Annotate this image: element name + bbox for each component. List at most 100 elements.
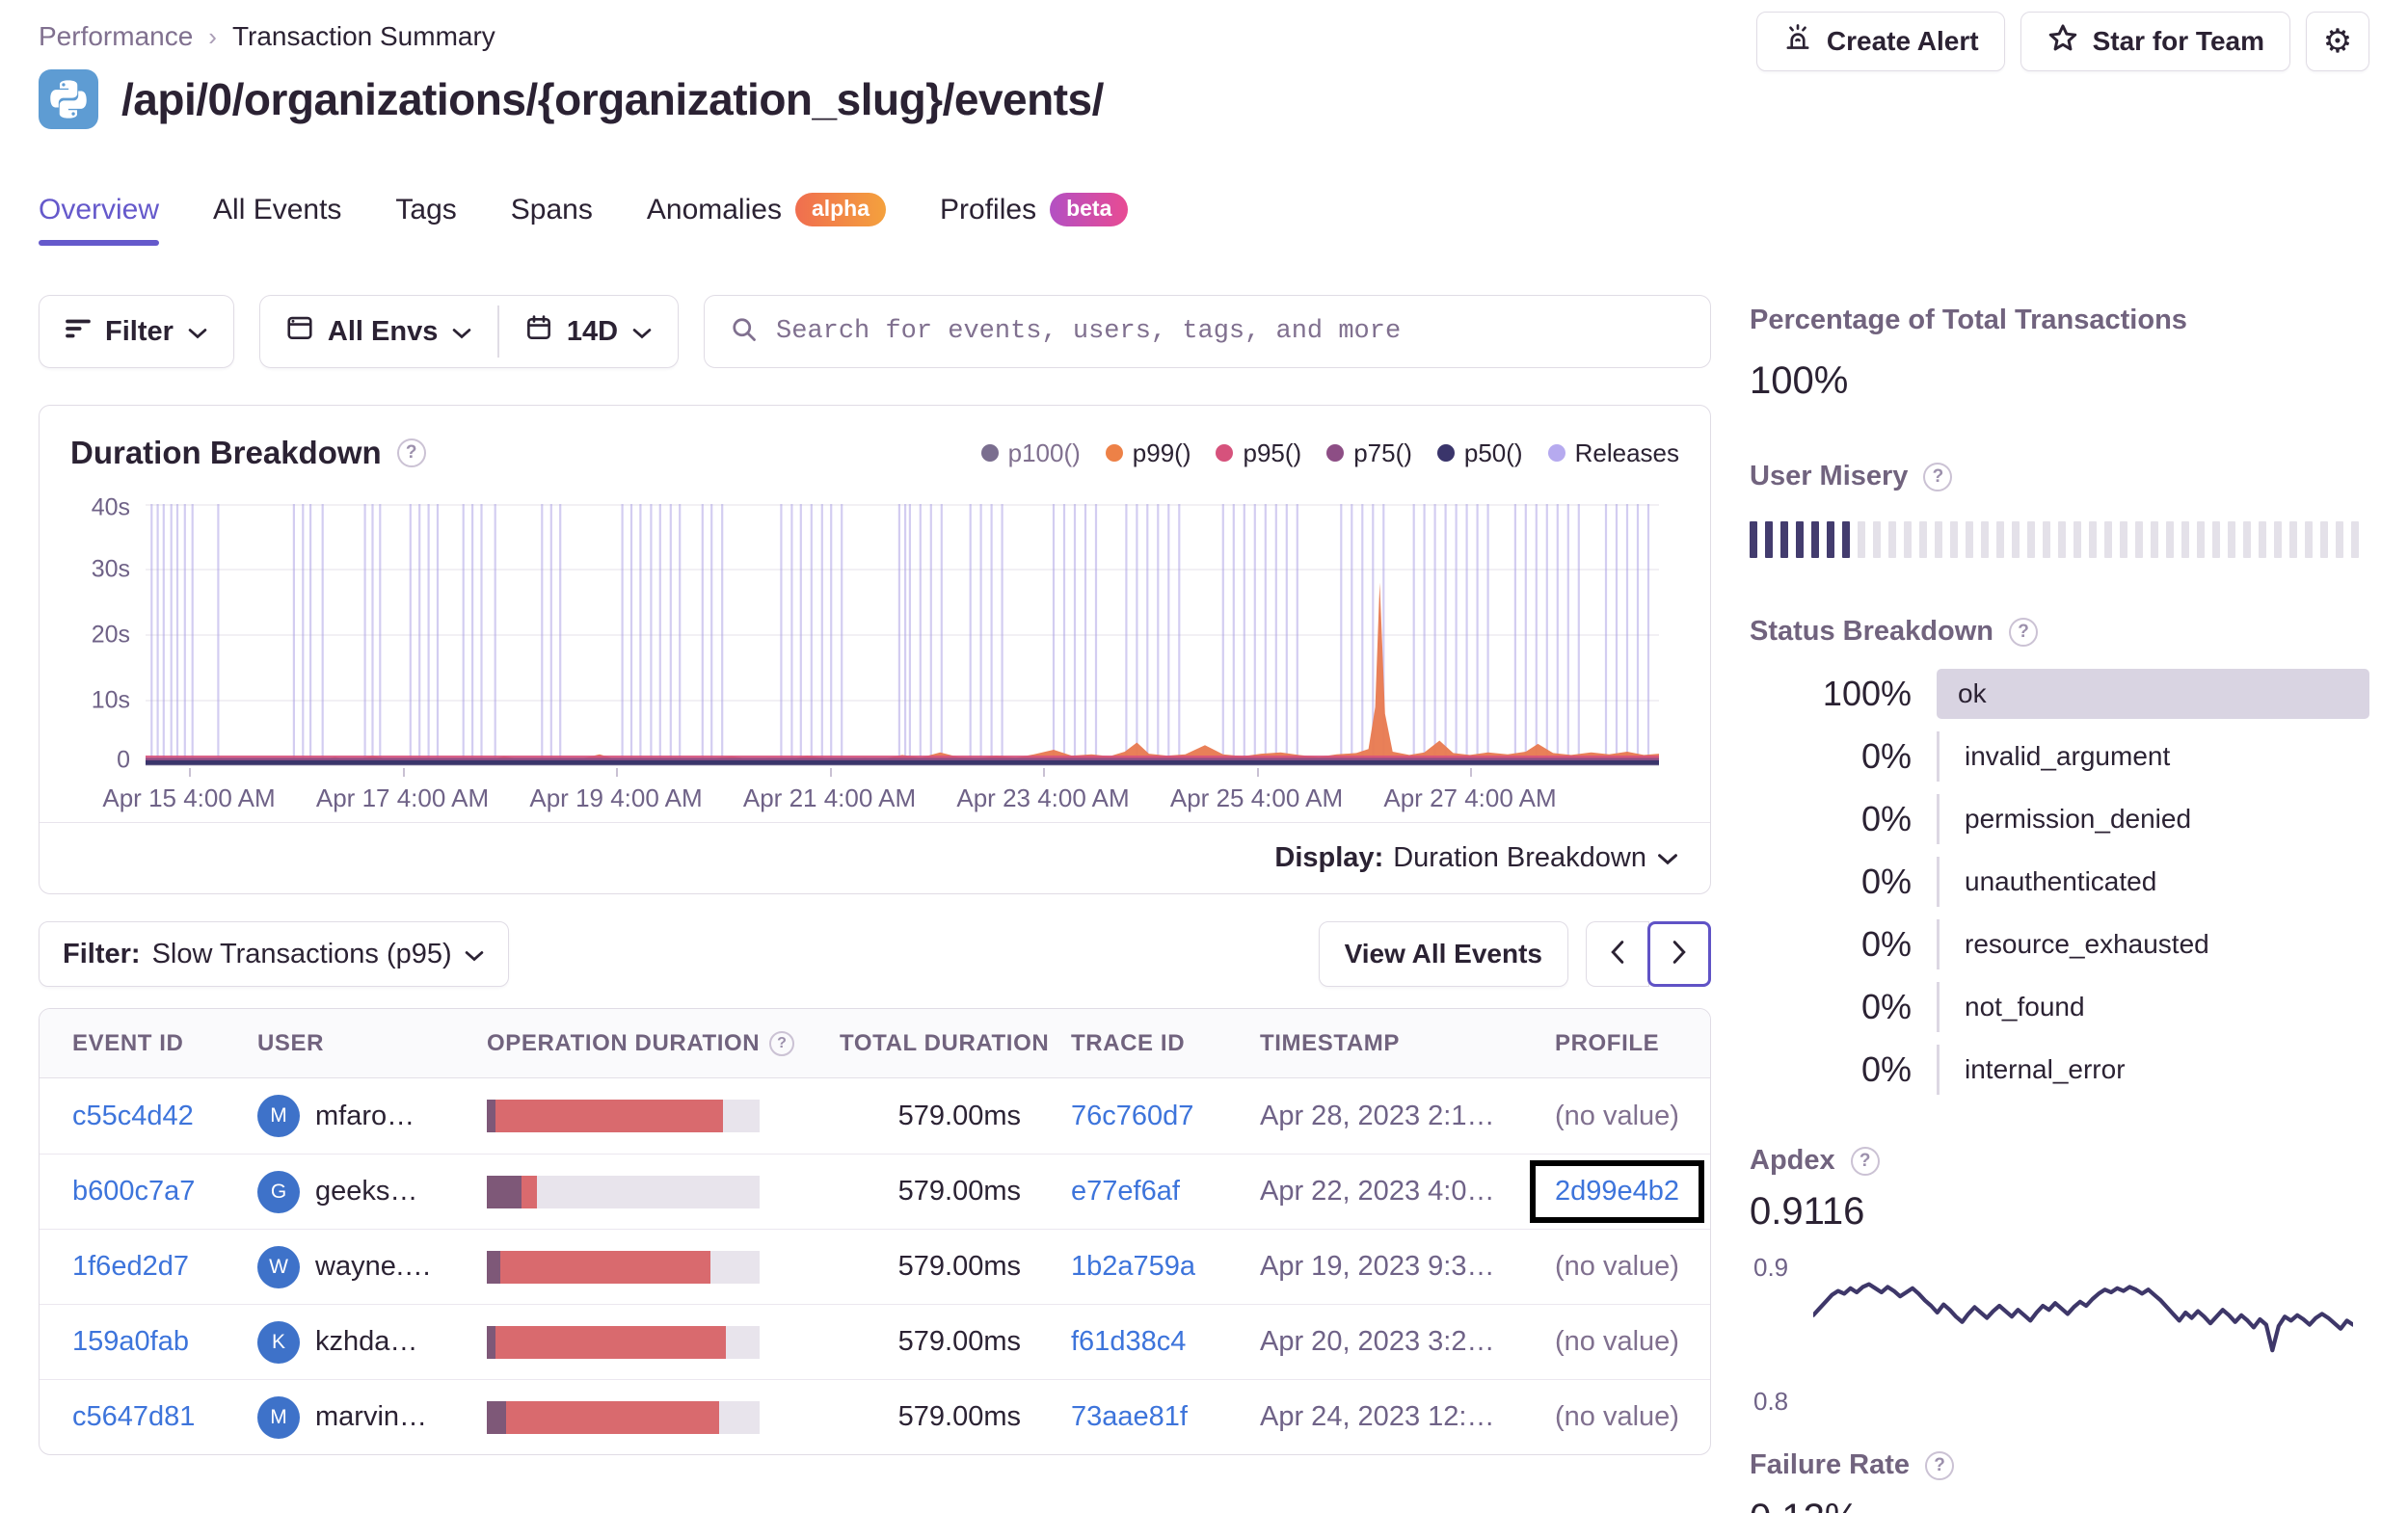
display-dropdown[interactable]: Display: Duration Breakdown [40,822,1710,893]
legend-item-p75[interactable]: p75() [1326,438,1412,468]
legend-item-p99[interactable]: p99() [1105,438,1191,468]
create-alert-button[interactable]: Create Alert [1755,12,2005,71]
user-misery-heading: User Misery ? [1750,461,2369,492]
status-breakdown-heading: Status Breakdown ? [1750,616,2369,648]
transactions-filter-dropdown[interactable]: Filter: Slow Transactions (p95) [39,921,509,987]
misery-segment [1796,521,1804,558]
environment-dropdown[interactable]: All Envs [260,296,497,367]
breadcrumb-current: Transaction Summary [231,21,495,51]
settings-button[interactable]: ⚙ [2306,12,2369,71]
total-duration-cell: 579.00ms [897,1176,1021,1207]
help-icon[interactable]: ? [1850,1146,1880,1176]
breadcrumb-performance[interactable]: Performance [39,21,193,52]
filter-dropdown[interactable]: Filter [39,295,234,368]
legend-item-p50[interactable]: p50() [1436,438,1523,468]
xaxis-label: Apr 15 4:00 AM [102,783,276,812]
column-header-operation-duration[interactable]: OPERATION DURATION? [487,1030,840,1057]
trace-id-link[interactable]: 73aae81f [1071,1401,1188,1432]
xaxis-label: Apr 25 4:00 AM [1169,783,1344,812]
column-header-timestamp[interactable]: TIMESTAMP [1260,1030,1555,1057]
column-header-label: EVENT ID [72,1029,184,1056]
tab-label: All Events [213,193,342,226]
operation-duration-cell [487,1250,840,1284]
status-label: ok [1958,678,1987,708]
column-header-event-id[interactable]: EVENT ID [72,1030,257,1057]
legend-item-p95[interactable]: p95() [1216,438,1301,468]
event-id-link[interactable]: 1f6ed2d7 [72,1251,189,1282]
misery-segment [1827,521,1834,558]
view-all-events-button[interactable]: View All Events [1318,921,1568,987]
events-table: EVENT ID USER OPERATION DURATION? TOTAL DUR… [39,1008,1711,1455]
tab-spans[interactable]: Spans [511,194,593,246]
column-header-total-duration[interactable]: TOTAL DURATION [840,1030,1071,1057]
help-icon[interactable]: ? [1925,1450,1954,1480]
user-misery-score-bar [1750,521,2369,558]
misery-segment [1780,521,1788,558]
tab-profiles[interactable]: Profiles beta [940,193,1129,246]
event-id-link[interactable]: c55c4d42 [72,1101,194,1131]
trace-id-link[interactable]: 1b2a759a [1071,1251,1195,1282]
breadcrumb: Performance › Transaction Summary [39,21,495,52]
misery-segment [2089,521,2097,558]
status-label: invalid_argument [1965,741,2171,771]
status-bar: not_found [1937,982,2369,1032]
chevron-down-icon [631,316,653,348]
legend-item-Releases[interactable]: Releases [1547,438,1679,468]
display-value: Duration Breakdown [1393,842,1646,873]
duration-chart-plot [146,504,1659,766]
star-icon [2047,22,2079,62]
event-id-link[interactable]: c5647d81 [72,1401,195,1432]
tab-overview[interactable]: Overview [39,194,160,246]
misery-segment [2043,521,2050,558]
duration-segment-http [499,1250,710,1284]
alpha-badge: alpha [794,193,887,226]
beta-badge: beta [1050,193,1129,226]
trace-id-link[interactable]: 76c760d7 [1071,1101,1193,1131]
event-id-cell: 1f6ed2d7 [72,1251,257,1283]
help-icon[interactable]: ? [1923,462,1953,491]
duration-segment-http [522,1175,537,1208]
help-icon[interactable]: ? [2009,617,2038,647]
duration-chart-xaxis: Apr 15 4:00 AM Apr 17 4:00 AM Apr 19 4:00 … [102,766,1679,816]
trace-id-link[interactable]: e77ef6af [1071,1176,1180,1207]
transaction-summary-page: Performance › Transaction Summary Create… [0,0,2408,1513]
search-input[interactable] [776,317,1685,346]
date-range-dropdown[interactable]: 14D [499,296,678,367]
legend-dot [1216,444,1234,462]
misery-segment [2181,521,2189,558]
misery-segment [1996,521,2004,558]
operation-duration-bar [487,1250,760,1284]
yaxis-label: 40s [91,493,130,521]
column-header-user[interactable]: USER [257,1030,487,1057]
tab-tags[interactable]: Tags [395,194,456,246]
filter-icon [65,316,92,348]
star-for-team-button[interactable]: Star for Team [2020,12,2290,71]
profile-link[interactable]: 2d99e4b2 [1555,1176,1679,1207]
trace-id-cell: f61d38c4 [1071,1326,1260,1358]
column-header-profile[interactable]: PROFILE [1555,1030,1677,1057]
help-icon[interactable]: ? [769,1030,795,1056]
tab-anomalies[interactable]: Anomalies alpha [647,193,887,246]
column-header-trace-id[interactable]: TRACE ID [1071,1030,1260,1057]
next-page-button[interactable] [1647,921,1711,987]
timestamp-cell: Apr 20, 2023 3:2… [1260,1326,1495,1357]
total-duration-cell: 579.00ms [897,1401,1021,1432]
status-row-permission_denied: 0% permission_denied [1750,794,2369,844]
status-percentage: 0% [1860,1049,1912,1089]
alert-siren-icon [1782,23,1813,61]
status-label: unauthenticated [1965,866,2157,896]
previous-page-button[interactable] [1586,921,1649,987]
apdex-sparkline-plot [1813,1282,2353,1353]
apdex-yaxis-top: 0.9 [1753,1253,1789,1282]
total-duration-cell: 579.00ms [897,1326,1021,1357]
help-icon[interactable]: ? [396,438,426,467]
status-label: internal_error [1965,1054,2126,1084]
create-alert-label: Create Alert [1826,26,1979,56]
chevron-down-icon [464,939,485,970]
tab-all-events[interactable]: All Events [213,194,341,246]
event-id-link[interactable]: b600c7a7 [72,1176,195,1207]
event-id-link[interactable]: 159a0fab [72,1326,189,1357]
trace-id-link[interactable]: f61d38c4 [1071,1326,1186,1357]
view-all-events-label: View All Events [1344,939,1542,969]
legend-item-p100[interactable]: p100() [980,438,1081,468]
